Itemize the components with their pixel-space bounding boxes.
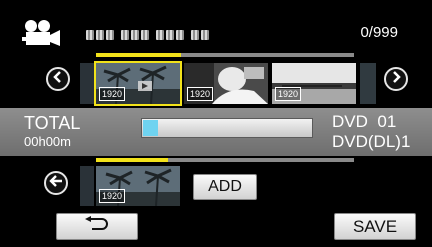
chevron-left-circle-icon bbox=[52, 70, 64, 88]
chevron-right-circle-icon bbox=[390, 70, 402, 88]
editor-screen: 0/999 1920 1920 1920 TOTAL 00h00m DVD 01… bbox=[0, 0, 432, 247]
thumbnail-partial-right bbox=[360, 63, 376, 104]
add-button[interactable]: ADD bbox=[193, 174, 257, 200]
back-button[interactable] bbox=[44, 171, 68, 195]
disc-info-line-1: DVD 01 bbox=[332, 112, 396, 132]
disc-capacity-fill bbox=[143, 120, 159, 136]
return-button[interactable] bbox=[56, 213, 138, 240]
resolution-badge: 1920 bbox=[99, 189, 126, 203]
selected-thumbnail-partial bbox=[80, 166, 94, 206]
disc-type-label: DVD bbox=[332, 112, 368, 131]
next-page-button[interactable] bbox=[384, 67, 408, 91]
disc-count: 01 bbox=[377, 112, 397, 131]
resolution-badge: 1920 bbox=[275, 87, 302, 101]
resolution-badge: 1920 bbox=[187, 87, 214, 101]
total-time: 00h00m bbox=[24, 134, 71, 149]
selected-thumbnail[interactable]: 1920 bbox=[96, 166, 180, 206]
scene-title-masked bbox=[86, 26, 211, 40]
selection-progress-track bbox=[96, 158, 354, 162]
thumbnail-1[interactable]: 1920 bbox=[94, 61, 182, 106]
thumbnail-partial-left bbox=[80, 63, 94, 104]
thumbnail-3[interactable]: 1920 bbox=[272, 63, 356, 104]
timeline-progress-fill bbox=[96, 53, 182, 57]
timeline-progress-track bbox=[96, 53, 354, 57]
total-label: TOTAL bbox=[24, 113, 81, 133]
disc-capacity-bar bbox=[141, 118, 313, 138]
thumbnail-2[interactable]: 1920 bbox=[184, 63, 268, 104]
movie-camera-icon bbox=[22, 19, 62, 47]
resolution-badge: 1920 bbox=[99, 87, 126, 101]
save-button[interactable]: SAVE bbox=[334, 213, 416, 240]
arrow-left-circle-icon bbox=[49, 174, 63, 192]
disc-dl-count: DVD(DL)1 bbox=[332, 132, 411, 151]
scene-counter: 0/999 bbox=[360, 24, 398, 41]
return-arrow-icon bbox=[84, 216, 110, 237]
previous-page-button[interactable] bbox=[46, 67, 70, 91]
selection-progress-fill bbox=[96, 158, 169, 162]
